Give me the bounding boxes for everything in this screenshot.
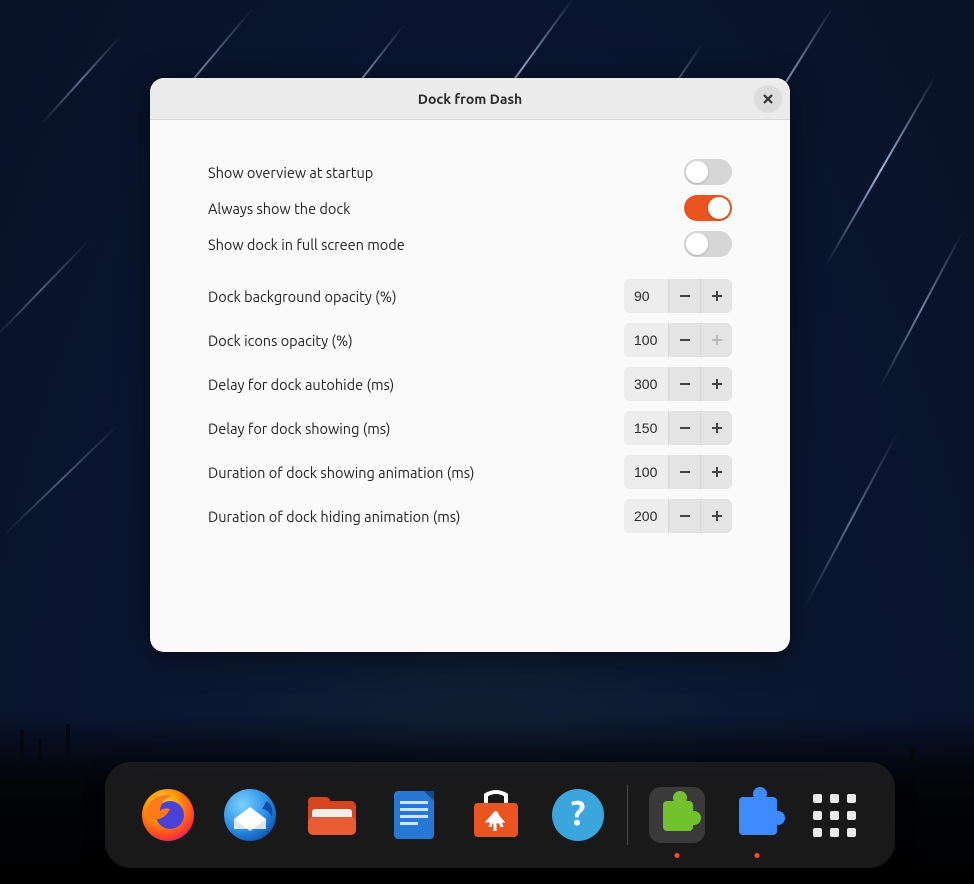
spin-minus[interactable]	[668, 279, 700, 313]
toggle-always-show-dock[interactable]	[684, 195, 732, 221]
dock: A ?	[105, 762, 895, 868]
pref-label: Dock background opacity (%)	[208, 288, 397, 305]
spin-plus[interactable]	[700, 455, 732, 489]
pref-label: Always show the dock	[208, 200, 350, 217]
window-title: Dock from Dash	[418, 91, 523, 107]
toggle-show-overview[interactable]	[684, 159, 732, 185]
firefox-icon	[140, 787, 196, 843]
pref-row-always-show-dock: Always show the dock	[208, 190, 732, 226]
dock-app-ubuntu-software[interactable]: A	[468, 786, 524, 844]
pref-row-autohide-delay: Delay for dock autohide (ms)	[208, 362, 732, 406]
dialog-content: Show overview at startup Always show the…	[150, 120, 790, 652]
spin-minus[interactable]	[668, 499, 700, 533]
spin-minus[interactable]	[668, 411, 700, 445]
spin-hide-anim	[624, 499, 732, 533]
spin-value[interactable]	[624, 367, 668, 401]
help-icon: ?	[550, 787, 606, 843]
dock-app-firefox[interactable]	[140, 786, 196, 844]
pref-label: Duration of dock showing animation (ms)	[208, 464, 474, 481]
dock-app-thunderbird[interactable]	[222, 786, 278, 844]
pref-label: Show overview at startup	[208, 164, 373, 181]
pref-label: Delay for dock showing (ms)	[208, 420, 390, 437]
pref-row-icon-opacity: Dock icons opacity (%)	[208, 318, 732, 362]
extensions-icon	[649, 787, 705, 843]
spin-value[interactable]	[624, 411, 668, 445]
spin-minus[interactable]	[668, 455, 700, 489]
pref-row-bg-opacity: Dock background opacity (%)	[208, 274, 732, 318]
spin-value[interactable]	[624, 323, 668, 357]
spin-value[interactable]	[624, 499, 668, 533]
dock-app-libreoffice-writer[interactable]	[386, 786, 442, 844]
svg-text:?: ?	[571, 794, 586, 832]
spin-show-anim	[624, 455, 732, 489]
dock-app-help[interactable]: ?	[550, 786, 606, 844]
spin-plus[interactable]	[700, 499, 732, 533]
dock-separator	[627, 785, 628, 845]
dock-app-extensions[interactable]	[649, 786, 705, 844]
pref-label: Delay for dock autohide (ms)	[208, 376, 394, 393]
running-indicator	[674, 853, 679, 858]
writer-icon	[386, 787, 442, 843]
spin-minus[interactable]	[668, 367, 700, 401]
titlebar: Dock from Dash	[150, 78, 790, 120]
dock-app-files[interactable]	[304, 786, 360, 844]
close-button[interactable]	[754, 85, 782, 113]
pref-row-hide-anim: Duration of dock hiding animation (ms)	[208, 494, 732, 538]
spin-bg-opacity	[624, 279, 732, 313]
spin-plus[interactable]	[700, 411, 732, 445]
pref-label: Dock icons opacity (%)	[208, 332, 353, 349]
pref-row-show-delay: Delay for dock showing (ms)	[208, 406, 732, 450]
dock-show-applications[interactable]	[808, 786, 860, 844]
pref-row-show-anim: Duration of dock showing animation (ms)	[208, 450, 732, 494]
spin-value[interactable]	[624, 279, 668, 313]
toggle-fullscreen-dock[interactable]	[684, 231, 732, 257]
dock-app-extension-blue[interactable]	[731, 786, 783, 844]
apps-grid-icon	[813, 794, 856, 837]
pref-label: Show dock in full screen mode	[208, 236, 405, 253]
spin-icon-opacity	[624, 323, 732, 357]
extension-blue-icon	[733, 791, 781, 839]
spin-value[interactable]	[624, 455, 668, 489]
pref-row-fullscreen-dock: Show dock in full screen mode	[208, 226, 732, 262]
preferences-dialog: Dock from Dash Show overview at startup …	[150, 78, 790, 652]
close-icon	[762, 93, 774, 105]
pref-row-show-overview: Show overview at startup	[208, 154, 732, 190]
pref-label: Duration of dock hiding animation (ms)	[208, 508, 460, 525]
running-indicator	[754, 853, 759, 858]
files-icon	[304, 787, 360, 843]
svg-text:A: A	[488, 807, 504, 832]
spin-plus[interactable]	[700, 279, 732, 313]
software-icon: A	[468, 787, 524, 843]
spin-plus	[700, 323, 732, 357]
spin-autohide-delay	[624, 367, 732, 401]
spin-plus[interactable]	[700, 367, 732, 401]
spin-show-delay	[624, 411, 732, 445]
spin-minus[interactable]	[668, 323, 700, 357]
thunderbird-icon	[222, 787, 278, 843]
